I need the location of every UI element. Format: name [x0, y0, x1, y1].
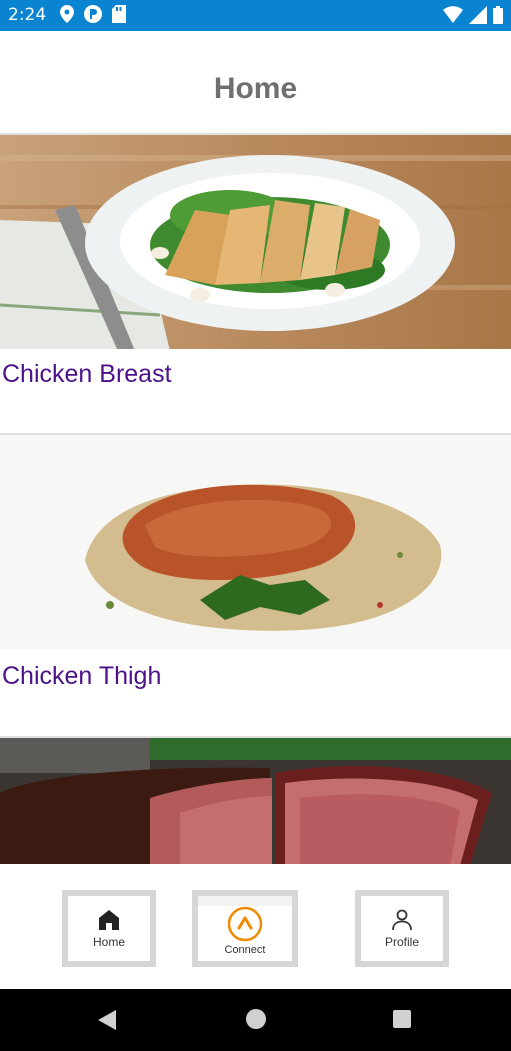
signal-icon — [469, 6, 487, 24]
sd-card-icon — [112, 5, 126, 23]
recents-icon[interactable] — [392, 1008, 412, 1030]
food-label[interactable]: Chicken Breast — [2, 360, 172, 389]
nav-profile-label: Profile — [384, 934, 419, 949]
wifi-icon — [443, 6, 463, 23]
chicken-breast-photo[interactable] — [0, 133, 511, 349]
nav-home-button[interactable]: Home — [62, 890, 156, 967]
nav-connect-label: Connect — [224, 943, 266, 956]
bottom-nav: Home Connect Profile — [0, 864, 511, 989]
status-time: 2:24 — [8, 5, 47, 25]
page-title: Home — [213, 72, 298, 105]
battery-icon — [493, 6, 503, 24]
nav-home-label: Home — [92, 934, 125, 949]
system-nav-bar — [0, 989, 511, 1051]
chicken-thigh-photo[interactable] — [0, 433, 511, 649]
location-icon — [60, 5, 74, 23]
nav-profile-button[interactable]: Profile — [355, 890, 449, 967]
connect-logo-icon — [227, 906, 263, 941]
status-left-icons — [60, 5, 126, 23]
profile-icon — [392, 909, 412, 930]
connect-top-strip — [198, 896, 292, 906]
status-right-icons — [443, 6, 503, 24]
home-icon — [99, 909, 119, 930]
food-label[interactable]: Chicken Thigh — [2, 662, 161, 691]
nav-connect-button[interactable]: Connect — [192, 890, 298, 967]
home-circle-icon[interactable] — [245, 1008, 267, 1030]
steak-photo[interactable] — [0, 736, 511, 864]
status-bar: 2:24 — [0, 0, 511, 31]
food-feed[interactable]: Chicken Breast Chicken Thigh — [0, 133, 511, 864]
back-icon[interactable] — [96, 1008, 118, 1032]
p-icon — [84, 5, 102, 23]
